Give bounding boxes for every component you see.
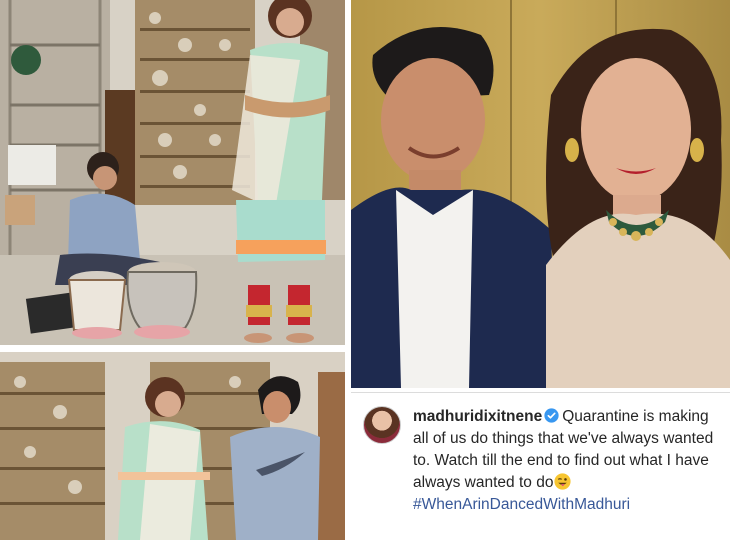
caption-text-block: madhuridixitnene Quarantine is making all… xyxy=(413,406,723,516)
photo-dance-pose xyxy=(0,352,345,540)
portrait-illustration xyxy=(351,0,730,388)
photo-portrait-pair xyxy=(351,0,730,388)
instagram-caption: madhuridixitnene Quarantine is making all… xyxy=(351,392,730,541)
hashtag-link[interactable]: #WhenArinDancedWithMadhuri xyxy=(413,494,723,516)
username-link[interactable]: madhuridixitnene xyxy=(413,408,542,425)
verified-badge-icon xyxy=(544,408,559,423)
avatar[interactable] xyxy=(363,406,401,444)
tabla-scene-illustration xyxy=(0,0,345,345)
winking-tongue-face-icon xyxy=(554,473,572,490)
photo-tabla-practice xyxy=(0,0,345,345)
dance-scene-illustration xyxy=(0,352,345,540)
